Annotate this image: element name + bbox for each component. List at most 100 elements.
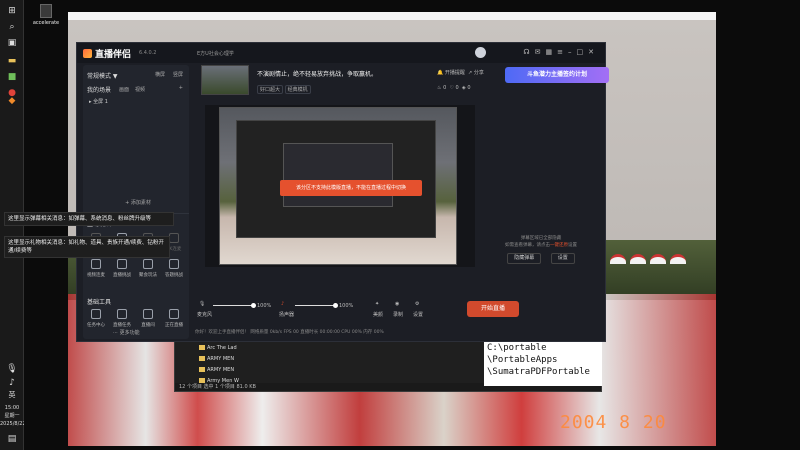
stream-links: 🔔 开播提醒 ↗ 分享	[437, 69, 484, 76]
minimize-icon[interactable]: –	[568, 48, 577, 56]
interactive-item[interactable]: 视频连麦	[83, 259, 109, 278]
folder-icon	[199, 367, 205, 372]
path-line: \PortableApps	[487, 355, 558, 365]
microphone-icon[interactable]: 🎙	[6, 364, 18, 374]
record-label[interactable]: 录制	[393, 311, 403, 318]
stream-tag[interactable]: 经典模机	[284, 85, 311, 94]
clock[interactable]: 15:00 星期一 2025/8/22	[0, 404, 26, 428]
gift-icon: ◈	[461, 85, 466, 91]
settings-label[interactable]: 设置	[413, 311, 423, 318]
windows-logo-icon[interactable]: ⊞	[6, 6, 18, 16]
app-logo-icon	[83, 49, 92, 58]
list-item[interactable]: ARMY MEN	[199, 365, 245, 376]
app-version: 6.4.0.2	[139, 50, 157, 56]
speaker-value: 100%	[339, 303, 354, 309]
tool-item[interactable]: 直播间	[135, 309, 161, 328]
speaker-slider-knob[interactable]	[332, 303, 338, 308]
mic-slider[interactable]	[213, 303, 256, 308]
promo-banner[interactable]: 斗鱼潜力主播签约计划	[505, 67, 609, 83]
danmaku-hint: 弹幕区域已全部隐藏 如需查看弹幕，请点击一键还原设置 隐藏弹幕 设置	[491, 235, 591, 264]
desktop-icon-accelerate[interactable]: accelerate	[32, 4, 60, 26]
app-icon-orange[interactable]: ◆	[6, 96, 18, 106]
close-icon[interactable]: ✕	[588, 48, 599, 56]
avatar[interactable]	[475, 47, 486, 58]
interactive-item[interactable]: 直播挑战	[109, 259, 135, 278]
tool-item[interactable]: 正在直播	[161, 309, 187, 328]
file-explorer-icon[interactable]: ▬	[6, 56, 18, 66]
share-link[interactable]: 分享	[474, 70, 484, 76]
landscape-toggle[interactable]: 横屏	[155, 71, 165, 78]
message-icon[interactable]: ✉	[535, 48, 546, 56]
ime-indicator[interactable]: 英	[6, 390, 18, 400]
add-material-button[interactable]: + 添加素材	[103, 199, 173, 206]
stream-tag[interactable]: 好口超大	[257, 85, 284, 94]
scene-item[interactable]: ▸ 全屏 1	[89, 97, 183, 107]
path-line: C:\portable	[487, 343, 547, 353]
clock-weekday: 星期一	[4, 413, 20, 419]
preview-nested-screen-inner	[283, 143, 393, 207]
danmaku-settings-button[interactable]: 设置	[550, 253, 575, 264]
menu-icon[interactable]: ≡	[557, 48, 568, 56]
speaker-slider[interactable]	[295, 303, 338, 308]
speaker-icon[interactable]: ♪	[6, 378, 18, 388]
path-text-box[interactable]: C:\portable \PortableApps \SumatraPDFPor…	[484, 340, 602, 386]
beauty-icon[interactable]: ✦	[375, 301, 379, 307]
mic-slider-knob[interactable]	[250, 303, 256, 308]
mic-label: 麦克风	[197, 312, 213, 318]
photo-date-stamp: 2004 8 20	[560, 412, 667, 433]
path-line: \SumatraPDFPortable	[487, 367, 590, 377]
speaker-icon[interactable]: ♪	[281, 301, 284, 307]
window-controls: ☊✉▦≡–□✕	[523, 48, 599, 56]
mic-icon[interactable]: 🎙	[199, 301, 205, 307]
more-functions-button[interactable]: ⋯ 更多功能	[113, 329, 140, 336]
record-icon[interactable]: ◉	[395, 301, 399, 307]
beauty-label[interactable]: 美颜	[373, 311, 383, 318]
audio-controls: 🎙 麦克风 100% ♪ 扬声器 100% ✦ 美颜 ◉ 录制 ⚙ 设置	[195, 299, 601, 321]
desktop-icon-label: accelerate	[32, 20, 60, 26]
speaker-slider-fill	[295, 305, 335, 306]
shirt-icon[interactable]: ▦	[546, 48, 558, 56]
list-item[interactable]: ARMY MEN	[199, 354, 245, 365]
main-panel: 不演剧情止，绝不轻易放弃挑战，争取赢机。 好口超大 经典模机 🔔 开播提醒 ↗ …	[195, 65, 609, 339]
gift-tooltip: 这里显示礼物相关消息：如礼物、道具、贵族开通/续费、钻粉开通/续费等	[4, 236, 170, 258]
portrait-toggle[interactable]: 竖屏	[173, 71, 183, 78]
hide-danmaku-button[interactable]: 隐藏弹幕	[507, 253, 542, 264]
share-icon: ↗	[468, 70, 473, 76]
settings-icon[interactable]: ⚙	[415, 301, 419, 307]
tool-item[interactable]: 任务中心	[83, 309, 109, 328]
sidebar: 常规模式 ▼ 横屏 竖屏 我的场景 画面 视频 + ▸ 全屏 1 + 添加素材 …	[83, 65, 189, 339]
photo-frame	[68, 12, 716, 20]
mode-selector[interactable]: 常规模式 ▼	[87, 71, 118, 80]
stream-cover[interactable]	[201, 65, 249, 95]
stream-tags: 好口超大 经典模机	[257, 85, 311, 94]
file-icon	[40, 4, 52, 18]
speaker-label: 扬声器	[279, 312, 295, 318]
restore-link[interactable]: 一键还原	[550, 243, 568, 248]
stream-title[interactable]: 不演剧情止，绝不轻易放弃挑战，争取赢机。	[257, 69, 377, 78]
live-reminder-link[interactable]: 开播提醒	[445, 70, 465, 76]
add-scene-icon[interactable]: +	[179, 85, 183, 91]
folder-icon	[199, 356, 205, 361]
stream-preview[interactable]: 该分区不支持此模版直播，不能在直播过程中切换	[205, 105, 475, 267]
store-icon[interactable]: ■	[6, 72, 18, 82]
tab-scene-picture[interactable]: 画面	[119, 86, 129, 93]
tab-scene-video[interactable]: 视频	[135, 86, 145, 93]
task-view-icon[interactable]: ▣	[6, 38, 18, 48]
bell-icon: 🔔	[437, 70, 444, 76]
maximize-icon[interactable]: □	[577, 48, 589, 56]
app-logo: 直播伴侣	[83, 47, 131, 60]
list-item[interactable]: Arc The Lad	[199, 343, 245, 354]
photo-yurts	[590, 246, 700, 264]
tool-item[interactable]: 直播任务	[109, 309, 135, 328]
headset-icon[interactable]: ☊	[523, 48, 534, 56]
interactive-item[interactable]: 聚会玩法	[135, 259, 161, 278]
interactive-item[interactable]: 答题挑战	[161, 259, 187, 278]
start-live-button[interactable]: 开始直播	[467, 301, 519, 317]
danmaku-tooltip: 这里显示弹幕相关消息：如弹幕、系统消息、粉丝牌升级等	[4, 212, 174, 226]
heart-icon: ♡	[449, 85, 454, 91]
search-icon[interactable]: ⌕	[6, 22, 18, 32]
mic-value: 100%	[257, 303, 272, 309]
my-scenes-label: 我的场景	[87, 87, 112, 94]
folder-icon	[199, 345, 205, 350]
notification-icon[interactable]: ▤	[6, 434, 18, 444]
